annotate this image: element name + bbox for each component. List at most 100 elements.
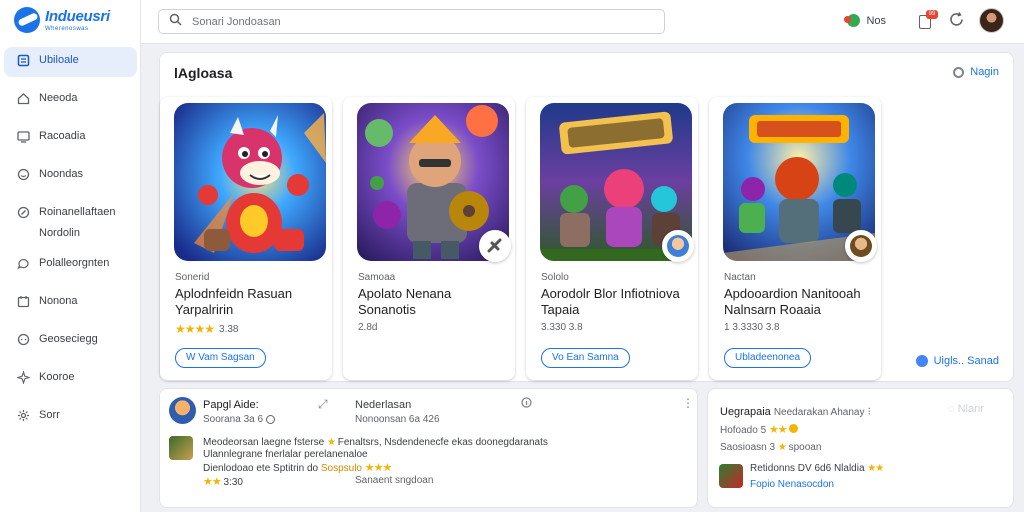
sidebar-item-4[interactable]: Roinanellaftaen Nordolin [4, 199, 137, 250]
rating-value: 1 3.3330 3.8 [724, 322, 780, 333]
app-rating: 3.330 3.8 [541, 322, 583, 333]
refresh-icon[interactable] [948, 11, 965, 31]
sidebar-item-1[interactable]: Neeoda [4, 85, 137, 115]
meta-title: Nederlasan [355, 399, 412, 411]
activity-meta: Saosioasn 3 ★ spooan [720, 442, 821, 453]
card-action-button[interactable]: Vo Ean Samna [541, 348, 630, 368]
featured-section: lAgloasa Nagin Sonerid Aplodnfeidn Rasua… [159, 52, 1014, 382]
calendar-icon [16, 294, 30, 308]
developer-face-icon [850, 235, 872, 257]
app-rating: ★★★★ 3.38 [175, 322, 239, 336]
sidebar-item-7[interactable]: Geoseciegg [4, 326, 137, 356]
review-line-3-rest: Sospsulo [320, 463, 362, 474]
sidebar-item-label: Nonona [39, 295, 78, 307]
gear-icon [16, 408, 30, 422]
review-line-1-rest: Fenaltsrs, Nsdendenecfe ekas doonegdaran… [337, 437, 548, 448]
activity-line-1: Retidonns DV 6d6 Nlaldia ★★ [750, 463, 884, 474]
see-more-link[interactable]: Nagin [953, 66, 999, 78]
card-action-button[interactable]: Ubladeenonea [724, 348, 812, 368]
card-action-button[interactable]: W Vam Sagsan [175, 348, 266, 368]
review-line-3: Dienlodoao ete Sptitrin do [203, 463, 319, 474]
activity-header: Uegrapaia Needarakan Ahanay ⁝ [720, 405, 871, 418]
expand-icon[interactable]: ⤢ [318, 397, 328, 412]
app-category: Sololo [541, 272, 569, 283]
star-rating-icon: ★★★ [364, 462, 393, 474]
developer-avatar [479, 230, 511, 262]
search-box[interactable] [158, 9, 665, 34]
small-rating-value: 3:30 [223, 477, 243, 488]
box-icon [16, 53, 30, 67]
reviewer-avatar[interactable] [169, 397, 196, 424]
app-tagline: Wherenoswas [45, 25, 89, 32]
sidebar-item-label: Roinanellaftaen Nordolin [39, 206, 116, 239]
reviewer-subtitle: Soorana 3a 6 [203, 414, 276, 425]
star-rating-icon: ★★ [203, 476, 222, 488]
star-rating-icon: ★★ [768, 424, 788, 436]
info-icon[interactable] [521, 397, 532, 411]
sidebar-item-label: Ubiloale [39, 54, 79, 66]
app-card[interactable]: Nactan Apdooardion Nanitooah Nalnsarn Ro… [709, 97, 881, 380]
sidebar-item-2[interactable]: Racoadia [4, 123, 137, 153]
review-line: Meodeorsan laegne fsterse ★ Fenaltsrs, N… [203, 437, 548, 448]
activity-dismiss-button[interactable]: ◌ Nlanr [948, 403, 984, 415]
app-category: Nactan [724, 272, 756, 283]
activity-more-icon[interactable]: ⁝ [868, 406, 872, 418]
activity-meta-rest: spooan [788, 442, 822, 453]
app-category: Sonerid [175, 272, 210, 283]
rating-value: 3.38 [219, 323, 239, 335]
sidebar-item-label: Racoadia [39, 130, 86, 142]
sidebar-item-5[interactable]: Polalleorgnten [4, 250, 137, 280]
search-input[interactable] [192, 15, 632, 28]
developer-face-icon [667, 235, 689, 257]
chat-icon [16, 256, 30, 270]
monitor-icon [16, 129, 30, 143]
sidebar-item-9[interactable]: Sorr [4, 402, 137, 432]
app-title: Apolato Nenana Sonanotis [358, 286, 452, 317]
rating-value: 3.330 3.8 [541, 322, 583, 333]
info-dot-icon [915, 355, 928, 367]
activity-meta-text: Saosioasn 3 [720, 442, 776, 453]
sidebar-item-label: Kooroe [39, 371, 75, 383]
sidebar-item-label: Polalleorgnten [39, 257, 110, 269]
app-card[interactable]: Samoaa Apolato Nenana Sonanotis 2.8d [343, 97, 515, 380]
app-rating: 2.8d [358, 322, 377, 333]
activity-line-2[interactable]: Fopio Nenasocdon [750, 479, 834, 490]
sparkle-icon [16, 370, 30, 384]
app-card[interactable]: Sololo Aorodolr Blor Infiotniova Tapaia … [526, 97, 698, 380]
notifications-button[interactable]: 99 [918, 9, 938, 30]
app-artwork [174, 103, 326, 261]
star-rating-icon: ★★★★ [175, 322, 215, 336]
review-line-2: Ulannlegrane fnerlalar perelanenaloe [203, 449, 368, 460]
app-title: Aplodnfeidn Rasuan Yarpalririn [175, 286, 293, 317]
app-logo[interactable]: Indueusri Wherenoswas [14, 7, 110, 33]
user-avatar[interactable] [979, 8, 1004, 33]
small-rating: ★★ 3:30 [203, 475, 243, 488]
side-action-link[interactable]: Uigls.. Sanad [915, 355, 999, 367]
status-label: Nos [866, 14, 886, 27]
more-options-icon[interactable]: ⋮ [682, 396, 694, 410]
app-card[interactable]: Sonerid Aplodnfeidn Rasuan Yarpalririn ★… [160, 97, 332, 380]
app-title: Aorodolr Blor Infiotniova Tapaia [541, 286, 680, 317]
sidebar-item-label: Neeoda [39, 92, 78, 104]
app-title: Apdooardion Nanitooah Nalnsarn Roaaia [724, 286, 861, 317]
section-title: lAgloasa [174, 65, 233, 81]
activity-panel: Uegrapaia Needarakan Ahanay ⁝ ◌ Nlanr Ho… [707, 388, 1014, 508]
activity-title: Uegrapaia [720, 406, 771, 418]
see-more-label: Nagin [970, 66, 999, 78]
app-thumbnail [169, 436, 193, 460]
activity-line-1-text: Retidonns DV 6d6 Nlaldia [750, 463, 865, 474]
status-indicator[interactable]: Nos [844, 14, 886, 27]
meta-subtitle: Nonoonsan 6a 426 [355, 414, 440, 425]
activity-sub-text: Hofoado 5 [720, 425, 767, 436]
app-name: Indueusri [45, 7, 110, 25]
developer-avatar [845, 230, 877, 262]
sidebar-item-label: Geoseciegg [39, 333, 98, 345]
sidebar-item-0[interactable]: Ubiloale [4, 47, 137, 77]
activity-title-rest: Needarakan Ahanay [773, 407, 865, 418]
sidebar-item-3[interactable]: Noondas [4, 161, 137, 191]
verified-icon [266, 414, 276, 424]
sidebar-item-6[interactable]: Nonona [4, 288, 137, 318]
sidebar-item-8[interactable]: Kooroe [4, 364, 137, 394]
notification-badge: 99 [926, 9, 938, 19]
sidebar: Indueusri Wherenoswas Ubiloale Neeoda Ra… [0, 0, 141, 512]
